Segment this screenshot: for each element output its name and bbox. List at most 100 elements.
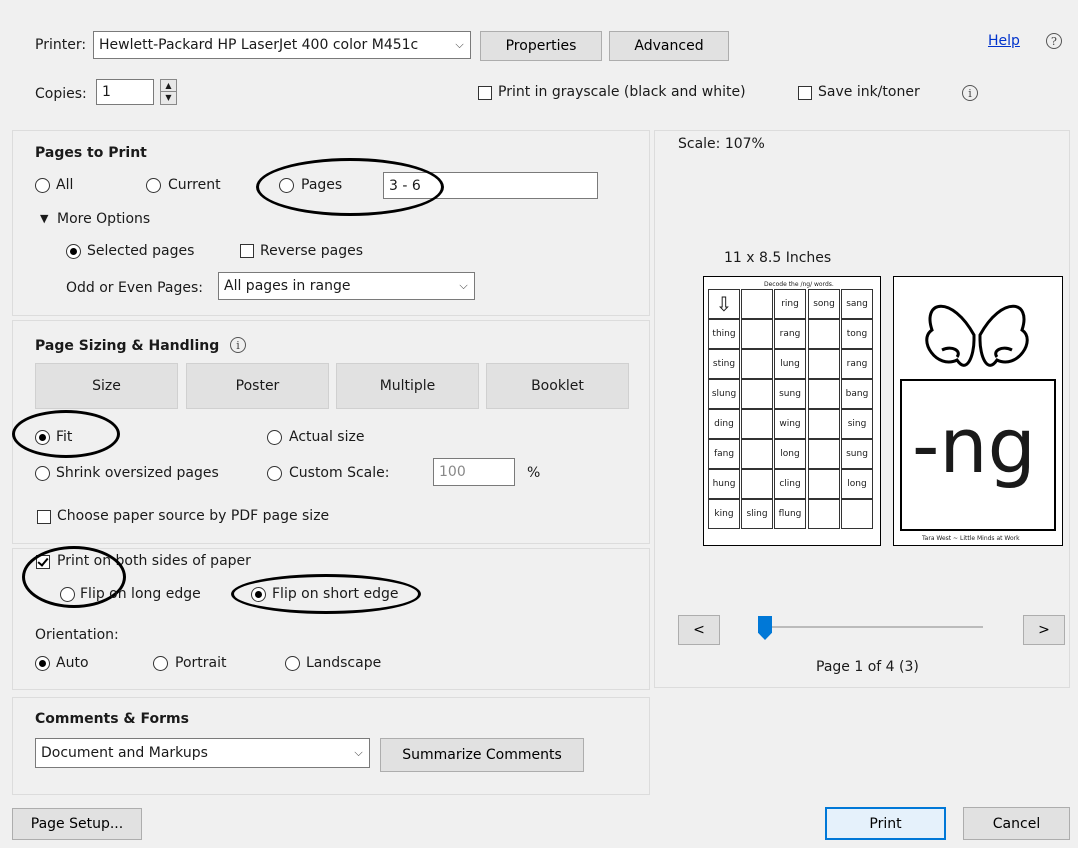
prev-page-button[interactable]: < [678,615,720,645]
shrink-radio[interactable] [35,466,50,481]
word-cell: sing [841,409,873,439]
word-cell: bang [841,379,873,409]
printer-select[interactable]: Hewlett-Packard HP LaserJet 400 color M4… [93,31,471,59]
reverse-pages-checkbox[interactable] [240,244,254,258]
pages-range-value: 3 - 6 [389,177,421,194]
grayscale-checkbox[interactable] [478,86,492,100]
word-cell: ring [774,289,806,319]
printer-label: Printer: [35,37,87,53]
custom-scale-label: Custom Scale: [289,465,390,481]
odd-even-label: Odd or Even Pages: [66,280,203,296]
print-button[interactable]: Print [825,807,946,840]
pages-radio[interactable] [279,178,294,193]
percent-label: % [527,465,541,481]
poster-tab[interactable]: Poster [186,363,329,409]
portrait-radio[interactable] [153,656,168,671]
collapse-triangle-icon[interactable]: ▼ [40,212,48,225]
page-sizing-title: Page Sizing & Handling [35,338,220,354]
copies-stepper[interactable]: ▲ ▼ [160,79,177,105]
word-cell: thing [708,319,740,349]
custom-scale-input[interactable]: 100 [433,458,515,486]
cancel-button[interactable]: Cancel [963,807,1070,840]
save-ink-checkbox[interactable] [798,86,812,100]
custom-scale-value: 100 [439,464,466,480]
grid-cell [741,409,773,439]
paper-source-label: Choose paper source by PDF page size [57,508,330,524]
current-radio[interactable] [146,178,161,193]
long-edge-radio[interactable] [60,587,75,602]
word-cell: sling [741,499,773,529]
long-edge-label: Flip on long edge [80,586,201,602]
save-ink-label: Save ink/toner [818,84,920,100]
both-sides-checkbox[interactable] [36,555,50,569]
grid-cell [741,439,773,469]
landscape-radio[interactable] [285,656,300,671]
page-indicator: Page 1 of 4 (3) [816,659,919,675]
chevron-down-icon: ⌵ [354,746,363,759]
word-cell: song [808,289,840,319]
arrow-down-icon: ⇩ [708,289,740,319]
short-edge-label: Flip on short edge [272,586,399,602]
grayscale-label: Print in grayscale (black and white) [498,84,746,100]
word-cell: ding [708,409,740,439]
odd-even-value: All pages in range [224,278,351,294]
booklet-tab[interactable]: Booklet [486,363,629,409]
step-down-icon[interactable]: ▼ [161,92,176,104]
info-icon[interactable]: i [230,337,246,353]
orientation-label: Orientation: [35,627,119,643]
actual-size-label: Actual size [289,429,365,445]
word-cell: sang [841,289,873,319]
grid-cell [741,319,773,349]
fit-radio[interactable] [35,430,50,445]
copies-value: 1 [102,84,111,100]
all-label: All [56,177,74,193]
card-text: -ng [912,401,1036,490]
summarize-comments-button[interactable]: Summarize Comments [380,738,584,772]
copies-input[interactable]: 1 [96,79,154,105]
page-slider-track[interactable] [765,626,983,628]
odd-even-select[interactable]: All pages in range ⌵ [218,272,475,300]
copies-label: Copies: [35,86,87,102]
paper-size-label: 11 x 8.5 Inches [724,250,832,266]
worksheet-header: Decode the /ng/ words. [764,281,834,288]
reverse-pages-label: Reverse pages [260,243,363,259]
auto-label: Auto [56,655,89,671]
pages-range-input[interactable]: 3 - 6 [383,172,598,199]
next-page-button[interactable]: > [1023,615,1065,645]
grid-cell [808,469,840,499]
paper-source-checkbox[interactable] [37,510,51,524]
selected-pages-radio[interactable] [66,244,81,259]
word-cell: fang [708,439,740,469]
word-cell: flung [774,499,806,529]
more-options-toggle[interactable]: More Options [57,211,150,227]
word-cell: sung [774,379,806,409]
properties-button[interactable]: Properties [480,31,602,61]
word-cell: rang [774,319,806,349]
auto-radio[interactable] [35,656,50,671]
custom-scale-radio[interactable] [267,466,282,481]
chevron-down-icon: ⌵ [459,279,468,292]
preview-page-left: Decode the /ng/ words. ⇩ ring song sang thin… [703,276,881,546]
size-tab[interactable]: Size [35,363,178,409]
step-up-icon[interactable]: ▲ [161,80,176,92]
pages-label: Pages [301,177,343,193]
pages-to-print-title: Pages to Print [35,145,147,161]
grid-cell [841,499,873,529]
help-icon[interactable]: ? [1046,33,1062,49]
word-card: -ng [900,379,1056,531]
grid-cell [808,409,840,439]
comments-select[interactable]: Document and Markups ⌵ [35,738,370,768]
shrink-label: Shrink oversized pages [56,465,219,481]
short-edge-radio[interactable] [251,587,266,602]
page-setup-button[interactable]: Page Setup... [12,808,142,840]
all-radio[interactable] [35,178,50,193]
actual-size-radio[interactable] [267,430,282,445]
grid-cell [808,349,840,379]
scale-label: Scale: 107% [678,136,765,152]
info-icon[interactable]: i [962,85,978,101]
multiple-tab[interactable]: Multiple [336,363,479,409]
advanced-button[interactable]: Advanced [609,31,729,61]
comments-title: Comments & Forms [35,711,189,727]
word-cell: king [708,499,740,529]
help-link[interactable]: Help [988,33,1020,49]
